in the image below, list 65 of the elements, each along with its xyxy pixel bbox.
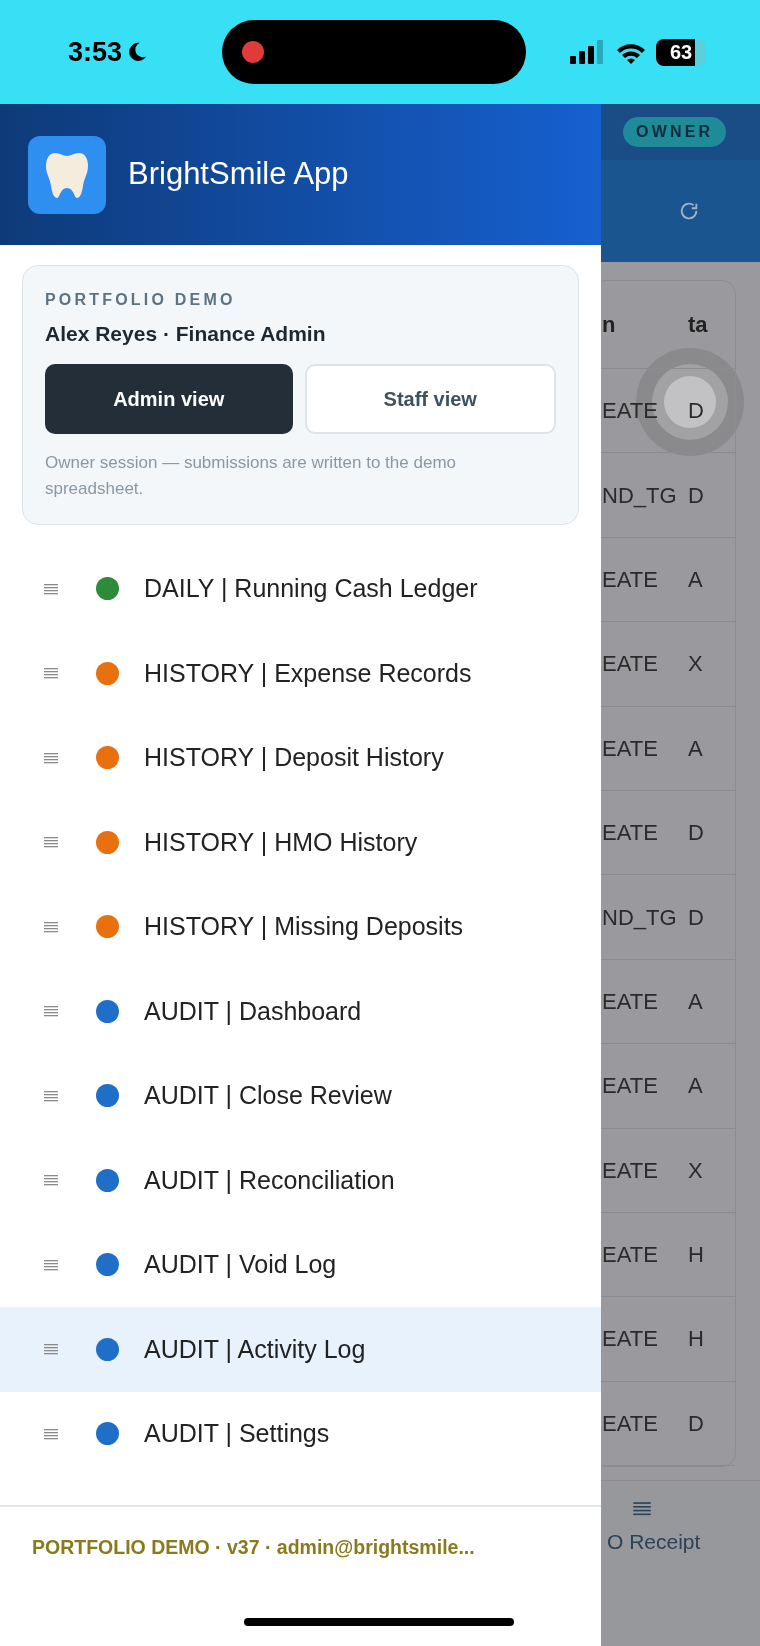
drag-handle-icon (44, 751, 58, 764)
role-badge: OWNER (623, 117, 727, 147)
battery-indicator: 63 (656, 38, 706, 66)
table-cell-text: X (688, 1156, 703, 1185)
session-note: Owner session — submissions are written to the demo spreadsheet. (45, 451, 457, 500)
signal-icon (570, 40, 606, 64)
column-header: n (602, 311, 617, 339)
menu-item[interactable]: AUDIT | Activity Log (0, 1307, 601, 1392)
drag-handle-icon (44, 667, 58, 680)
card-label: PORTFOLIO DEMO (45, 290, 237, 310)
table-cell-text: D (688, 819, 704, 848)
drag-handle-icon (44, 836, 58, 849)
status-time: 3:53 (68, 35, 123, 69)
menu-item[interactable]: AUDIT | Settings (0, 1391, 601, 1476)
table-cell-text: D (688, 481, 704, 510)
view-toggle-button[interactable]: Staff view (304, 363, 556, 434)
table-cell-text: ND_TG (602, 903, 678, 932)
menu-item[interactable]: AUDIT | Reconciliation (0, 1138, 601, 1223)
drag-handle-icon (44, 582, 58, 595)
refresh-icon (678, 200, 700, 222)
table-cell-text: D (688, 903, 704, 932)
table-cell-text: H (688, 1325, 704, 1354)
menu-item[interactable]: AUDIT | Void Log (0, 1222, 601, 1307)
table-cell-text: EATE (602, 650, 659, 679)
drag-handle-icon (44, 1089, 58, 1102)
nav-label[interactable]: O Receipt (607, 1526, 760, 1558)
menu-item[interactable]: AUDIT | Close Review (0, 1053, 601, 1138)
table-cell-text: EATE (602, 1409, 659, 1438)
table-cell-text: A (688, 734, 703, 763)
table-cell-text: EATE (602, 987, 659, 1016)
tooth-icon (45, 150, 89, 199)
drag-handle-icon (44, 1005, 58, 1018)
table-cell-text: X (688, 650, 703, 679)
user-name: Alex Reyes · Finance Admin (45, 321, 327, 347)
drag-handle-icon (44, 1174, 58, 1187)
table-cell-text: D (688, 397, 704, 426)
table-cell-text: EATE (602, 1241, 659, 1270)
menu-item[interactable]: DAILY | Running Cash Ledger (0, 546, 601, 631)
table-cell-text: EATE (602, 397, 659, 426)
table-cell-text: EATE (602, 819, 659, 848)
drag-handle-icon (44, 1343, 58, 1356)
menu-item[interactable]: HISTORY | HMO History (0, 800, 601, 885)
drag-handle-icon (44, 1427, 58, 1440)
table-cell-text: EATE (602, 734, 659, 763)
app-title: BrightSmile App (128, 155, 349, 194)
table-cell-text: EATE (602, 1325, 659, 1354)
table-cell-text: A (688, 987, 703, 1016)
table-cell-text: EATE (602, 565, 659, 594)
list-icon (633, 1501, 651, 1516)
footer-text: PORTFOLIO DEMO · v37 · admin@brightsmile... (32, 1536, 475, 1558)
table-cell-text: D (688, 1409, 704, 1438)
table-cell-text: A (688, 1072, 703, 1101)
table-cell-text: H (688, 1241, 704, 1270)
table-cell-text: A (688, 565, 703, 594)
view-toggle-button[interactable]: Admin view (45, 363, 293, 434)
table-cell-text: EATE (602, 1156, 659, 1185)
table-cell-text: EATE (602, 1072, 659, 1101)
menu-item[interactable]: AUDIT | Dashboard (0, 969, 601, 1054)
menu-item[interactable]: HISTORY | Missing Deposits (0, 884, 601, 969)
menu-item[interactable]: HISTORY | Expense Records (0, 631, 601, 716)
table-cell-text: ND_TG (602, 481, 678, 510)
menu-item[interactable]: HISTORY | Deposit History (0, 715, 601, 800)
column-header: ta (688, 311, 708, 339)
drag-handle-icon (44, 920, 58, 933)
drag-handle-icon (44, 1258, 58, 1271)
